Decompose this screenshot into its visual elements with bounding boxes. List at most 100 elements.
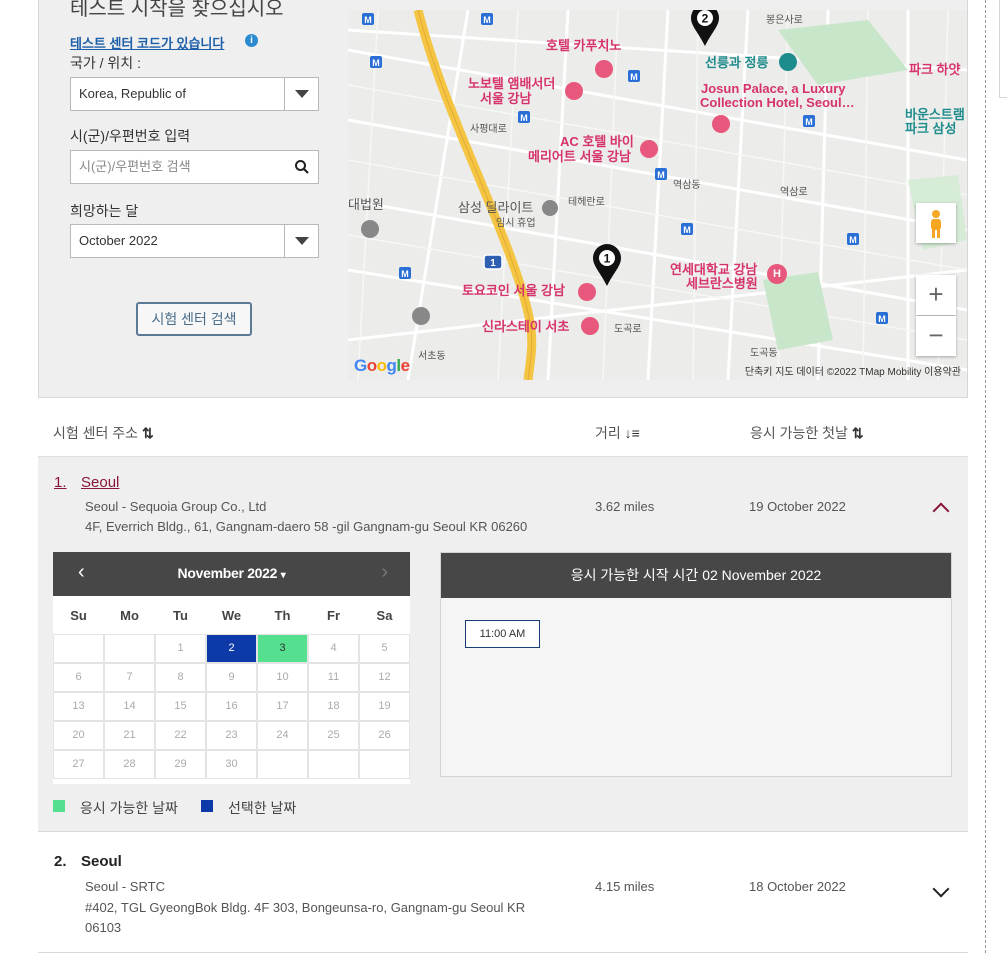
map-label[interactable]: 세브란스병원 [686, 276, 758, 291]
map-label[interactable]: 선릉과 정릉 [705, 55, 768, 70]
map-label[interactable]: AC 호텔 바이 [560, 134, 634, 149]
hotel-icon[interactable] [712, 115, 730, 133]
hospital-icon[interactable]: H [767, 264, 787, 284]
map-label[interactable]: 서울 강남 [480, 91, 531, 106]
result-row[interactable]: 2. Seoul Seoul - SRTC #402, TGL GyeongBo… [38, 833, 968, 953]
map-label[interactable]: 바운스트램 [905, 107, 965, 122]
map-label[interactable]: Josun Palace, a Luxury [701, 81, 846, 96]
hotel-icon[interactable] [581, 317, 599, 335]
map-roads [348, 10, 967, 380]
country-select[interactable]: Korea, Republic of [70, 77, 319, 111]
chevron-right-icon[interactable]: › [381, 562, 388, 582]
google-logo[interactable]: Google [354, 356, 410, 376]
chevron-up-icon[interactable] [932, 502, 950, 520]
zoom-in-button[interactable]: + [916, 275, 956, 315]
selected-legend-swatch [201, 800, 213, 812]
time-slot-button[interactable]: 11:00 AM [465, 620, 540, 648]
chevron-down-icon[interactable]: ▾ [281, 570, 286, 581]
metro-icon: M [628, 70, 640, 82]
info-icon[interactable]: i [245, 34, 258, 47]
highway-number: 1 [490, 258, 496, 269]
city-search-placeholder: 시(군)/우편번호 검색 [79, 159, 191, 174]
calendar-day[interactable]: 3 [257, 634, 308, 663]
day-of-week-label: Su [70, 608, 87, 623]
day-of-week-label: Th [274, 608, 291, 623]
svg-text:M: M [520, 113, 528, 123]
hotel-icon[interactable] [578, 283, 596, 301]
sort-ascending-icon[interactable]: ↓≡ [625, 425, 640, 441]
hotel-icon[interactable] [595, 60, 613, 78]
map-label[interactable]: 노보텔 앰배서더 [468, 76, 555, 91]
month-select-value: October 2022 [79, 233, 158, 248]
svg-text:M: M [849, 235, 857, 245]
chevron-down-icon[interactable] [932, 880, 950, 898]
month-select[interactable]: October 2022 [70, 224, 319, 258]
sort-icon[interactable]: ⇅ [852, 425, 864, 441]
map-label: 봉은사로 [766, 15, 803, 26]
result-row[interactable]: 1. Seoul Seoul - Sequoia Group Co., Ltd … [38, 456, 968, 549]
find-test-center-button[interactable]: 시험 센터 검색 [136, 302, 252, 336]
hotel-icon[interactable] [640, 140, 658, 158]
map-label[interactable]: 파크 삼성 [905, 121, 956, 136]
map-label[interactable]: 호텔 카푸치노 [546, 38, 621, 53]
column-header-distance[interactable]: 거리 ↓≡ [595, 423, 640, 443]
chevron-down-icon[interactable] [284, 78, 318, 110]
metro-icon: M [362, 13, 374, 25]
map-label[interactable]: 삼성 딜라이트 [458, 200, 533, 215]
calendar: ‹ November 2022 ▾ › Su Mo Tu We Th Fr Sa 12345… [53, 552, 410, 784]
pegman-icon[interactable] [916, 203, 956, 243]
result-number: 2. [54, 853, 67, 870]
map-label[interactable]: Collection Hotel, Seoul… [700, 95, 855, 110]
column-header-address[interactable]: 시험 센터 주소 ⇅ [53, 423, 154, 443]
metro-icon: M [518, 111, 530, 123]
place-icon[interactable] [542, 200, 558, 216]
park-icon[interactable] [779, 53, 797, 71]
calendar-empty-cell [53, 634, 104, 663]
calendar-day: 21 [104, 721, 155, 750]
calendar-day: 8 [155, 663, 206, 692]
column-header-first-date[interactable]: 응시 가능한 첫날 ⇅ [750, 423, 864, 443]
map[interactable]: 호텔 카푸치노 노보텔 앰배서더 서울 강남 선릉과 정릉 Josun Pala… [348, 10, 967, 380]
map-pin-2-label: 2 [702, 12, 709, 26]
metro-icon: M [681, 223, 693, 235]
result-address-line2: 06103 [85, 920, 122, 935]
svg-text:M: M [483, 15, 491, 25]
result-city-link[interactable]: Seoul [81, 474, 119, 491]
hotel-icon[interactable] [565, 82, 583, 100]
page-edge-dashed-line [985, 0, 986, 953]
calendar-day: 30 [206, 750, 257, 779]
country-label: 국가 / 위치 : [70, 55, 141, 71]
map-label: 역삼동 [673, 180, 701, 191]
zoom-out-button[interactable]: − [916, 316, 956, 356]
map-label[interactable]: 파크 하얏 [909, 62, 960, 77]
map-label[interactable]: 대법원 [348, 197, 384, 212]
school-icon[interactable] [412, 307, 430, 325]
search-icon[interactable] [294, 159, 310, 175]
start-times-header: 응시 가능한 시작 시간 02 November 2022 [441, 553, 951, 598]
result-first-date: 19 October 2022 [749, 499, 846, 514]
place-icon[interactable] [361, 220, 379, 238]
test-center-code-link[interactable]: 테스트 센터 코드가 있습니다 [70, 33, 224, 52]
svg-text:M: M [372, 58, 380, 68]
map-attribution[interactable]: 단축키 지도 데이터 ©2022 TMap Mobility 이용약관 [745, 363, 961, 378]
available-legend-label: 응시 가능한 날짜 [80, 800, 178, 816]
sort-icon[interactable]: ⇅ [142, 425, 154, 441]
search-heading: 테스트 시작을 찾으십시오 [70, 0, 284, 20]
calendar-day[interactable]: 2 [206, 634, 257, 663]
svg-text:M: M [683, 225, 691, 235]
calendar-month-title[interactable]: November 2022 ▾ [53, 565, 410, 581]
map-label[interactable]: 토요코인 서울 강남 [462, 283, 565, 298]
result-distance: 4.15 miles [595, 879, 655, 894]
map-label[interactable]: 신라스테이 서초 [482, 319, 569, 334]
city-search-input[interactable]: 시(군)/우편번호 검색 [70, 150, 319, 184]
map-label[interactable]: 연세대학교 강남 [670, 262, 757, 277]
map-label: 역삼로 [780, 187, 808, 198]
map-pin-1[interactable]: 1 [590, 242, 624, 288]
map-pin-2[interactable]: 2 [688, 10, 722, 48]
map-label[interactable]: 메리어트 서울 강남 [528, 149, 631, 164]
chevron-down-icon[interactable] [284, 225, 318, 257]
svg-text:M: M [630, 72, 638, 82]
result-city-link[interactable]: Seoul [81, 853, 122, 870]
svg-text:M: M [364, 15, 372, 25]
metro-icon: M [399, 267, 411, 279]
